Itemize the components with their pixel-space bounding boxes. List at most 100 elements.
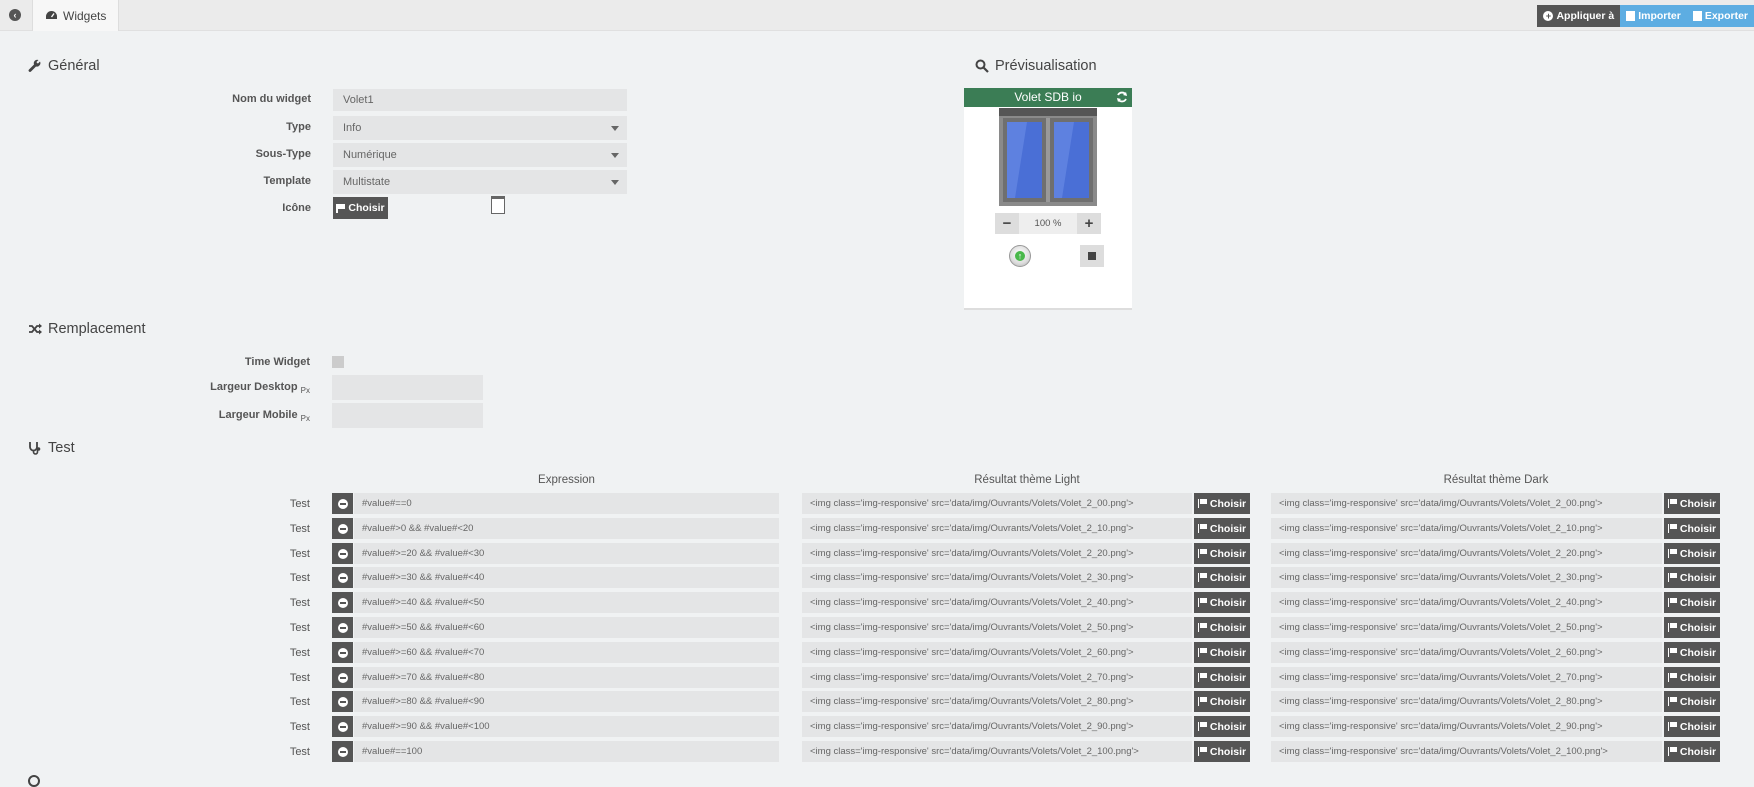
- remove-test-button[interactable]: [332, 716, 353, 737]
- choose-dark-button[interactable]: Choisir: [1664, 567, 1720, 588]
- choose-light-button[interactable]: Choisir: [1194, 518, 1250, 539]
- choose-light-button[interactable]: Choisir: [1194, 691, 1250, 712]
- light-result-input[interactable]: <img class='img-responsive' src='data/im…: [802, 691, 1192, 712]
- choose-light-button[interactable]: Choisir: [1194, 493, 1250, 514]
- widget-name-input[interactable]: Volet1: [333, 89, 627, 111]
- type-select[interactable]: Info: [333, 116, 627, 140]
- plus-circle-icon: +: [1543, 11, 1554, 21]
- choose-dark-button[interactable]: Choisir: [1664, 642, 1720, 663]
- test-expression-input[interactable]: #value#>=70 && #value#<80: [354, 667, 779, 688]
- choose-light-button[interactable]: Choisir: [1194, 567, 1250, 588]
- export-button[interactable]: Exporter: [1686, 5, 1754, 27]
- choose-dark-button[interactable]: Choisir: [1664, 741, 1720, 762]
- choose-light-button[interactable]: Choisir: [1194, 543, 1250, 564]
- flag-icon: [1667, 573, 1677, 582]
- choose-icon-button[interactable]: Choisir: [333, 197, 388, 219]
- shutter-window-image: [999, 108, 1097, 206]
- test-expression-input[interactable]: #value#>=90 && #value#<100: [354, 716, 779, 737]
- dark-result-input[interactable]: <img class='img-responsive' src='data/im…: [1271, 716, 1662, 737]
- test-expression-input[interactable]: #value#==0: [354, 493, 779, 514]
- width-mobile-input[interactable]: [332, 403, 483, 428]
- remove-test-button[interactable]: [332, 493, 353, 514]
- light-result-input[interactable]: <img class='img-responsive' src='data/im…: [802, 716, 1192, 737]
- test-expression-input[interactable]: #value#>=40 && #value#<50: [354, 592, 779, 613]
- back-button[interactable]: ‹: [2, 2, 28, 28]
- open-shutter-button[interactable]: ↑: [1009, 245, 1031, 267]
- choose-dark-button[interactable]: Choisir: [1664, 592, 1720, 613]
- remove-test-button[interactable]: [332, 667, 353, 688]
- dark-result-input[interactable]: <img class='img-responsive' src='data/im…: [1271, 493, 1662, 514]
- remove-test-button[interactable]: [332, 691, 353, 712]
- light-result-input[interactable]: <img class='img-responsive' src='data/im…: [802, 667, 1192, 688]
- width-desktop-input[interactable]: [332, 375, 483, 400]
- dark-result-input[interactable]: <img class='img-responsive' src='data/im…: [1271, 518, 1662, 539]
- remove-test-button[interactable]: [332, 518, 353, 539]
- general-section-title: Général: [28, 58, 100, 74]
- test-expression-input[interactable]: #value#>=60 && #value#<70: [354, 642, 779, 663]
- choose-light-button[interactable]: Choisir: [1194, 617, 1250, 638]
- width-desktop-unit: Px: [300, 386, 310, 395]
- dark-result-input[interactable]: <img class='img-responsive' src='data/im…: [1271, 592, 1662, 613]
- flag-icon: [1197, 499, 1207, 508]
- stop-icon: [1088, 252, 1096, 260]
- choose-dark-button[interactable]: Choisir: [1664, 493, 1720, 514]
- light-result-input[interactable]: <img class='img-responsive' src='data/im…: [802, 592, 1192, 613]
- test-expression-input[interactable]: #value#>0 && #value#<20: [354, 518, 779, 539]
- choose-light-button[interactable]: Choisir: [1194, 716, 1250, 737]
- remove-test-button[interactable]: [332, 592, 353, 613]
- subtype-select[interactable]: Numérique: [333, 143, 627, 167]
- choose-label: Choisir: [1209, 497, 1247, 510]
- dark-result-input[interactable]: <img class='img-responsive' src='data/im…: [1271, 642, 1662, 663]
- apply-label: Appliquer à: [1556, 10, 1615, 22]
- test-expression-input[interactable]: #value#>=50 && #value#<60: [354, 617, 779, 638]
- choose-label: Choisir: [1679, 522, 1717, 535]
- choose-label: Choisir: [1209, 547, 1247, 560]
- increase-button[interactable]: +: [1077, 213, 1101, 234]
- test-expression-input[interactable]: #value#>=20 && #value#<30: [354, 543, 779, 564]
- choose-dark-button[interactable]: Choisir: [1664, 518, 1720, 539]
- light-result-input[interactable]: <img class='img-responsive' src='data/im…: [802, 518, 1192, 539]
- choose-light-button[interactable]: Choisir: [1194, 741, 1250, 762]
- dark-result-input[interactable]: <img class='img-responsive' src='data/im…: [1271, 741, 1662, 762]
- test-expression-input[interactable]: #value#>=30 && #value#<40: [354, 567, 779, 588]
- dark-result-input[interactable]: <img class='img-responsive' src='data/im…: [1271, 567, 1662, 588]
- template-select[interactable]: Multistate: [333, 170, 627, 194]
- choose-label: Choisir: [1679, 671, 1717, 684]
- widget-preview-name: Volet SDB io: [1014, 90, 1082, 104]
- dark-result-input[interactable]: <img class='img-responsive' src='data/im…: [1271, 691, 1662, 712]
- stop-button[interactable]: [1080, 245, 1104, 267]
- import-button[interactable]: Importer: [1620, 5, 1687, 27]
- remove-test-button[interactable]: [332, 617, 353, 638]
- dark-result-input[interactable]: <img class='img-responsive' src='data/im…: [1271, 617, 1662, 638]
- choose-dark-button[interactable]: Choisir: [1664, 691, 1720, 712]
- time-widget-checkbox[interactable]: [332, 356, 344, 368]
- light-result-input[interactable]: <img class='img-responsive' src='data/im…: [802, 741, 1192, 762]
- flag-icon: [1197, 697, 1207, 706]
- test-row-label: Test: [289, 696, 310, 708]
- test-expression-input[interactable]: #value#>=80 && #value#<90: [354, 691, 779, 712]
- tab-widgets[interactable]: Widgets: [32, 0, 120, 31]
- choose-dark-button[interactable]: Choisir: [1664, 667, 1720, 688]
- light-result-input[interactable]: <img class='img-responsive' src='data/im…: [802, 617, 1192, 638]
- test-expression-input[interactable]: #value#==100: [354, 741, 779, 762]
- apply-to-button[interactable]: + Appliquer à: [1537, 5, 1621, 27]
- choose-dark-button[interactable]: Choisir: [1664, 617, 1720, 638]
- dark-result-input[interactable]: <img class='img-responsive' src='data/im…: [1271, 543, 1662, 564]
- light-result-input[interactable]: <img class='img-responsive' src='data/im…: [802, 567, 1192, 588]
- test-row-label: Test: [289, 672, 310, 684]
- choose-light-button[interactable]: Choisir: [1194, 642, 1250, 663]
- choose-dark-button[interactable]: Choisir: [1664, 543, 1720, 564]
- refresh-icon[interactable]: [1116, 91, 1128, 103]
- light-result-input[interactable]: <img class='img-responsive' src='data/im…: [802, 493, 1192, 514]
- light-result-input[interactable]: <img class='img-responsive' src='data/im…: [802, 543, 1192, 564]
- choose-light-button[interactable]: Choisir: [1194, 592, 1250, 613]
- remove-test-button[interactable]: [332, 567, 353, 588]
- remove-test-button[interactable]: [332, 741, 353, 762]
- remove-test-button[interactable]: [332, 543, 353, 564]
- choose-dark-button[interactable]: Choisir: [1664, 716, 1720, 737]
- dark-result-input[interactable]: <img class='img-responsive' src='data/im…: [1271, 667, 1662, 688]
- decrease-button[interactable]: −: [995, 213, 1019, 234]
- choose-light-button[interactable]: Choisir: [1194, 667, 1250, 688]
- remove-test-button[interactable]: [332, 642, 353, 663]
- light-result-input[interactable]: <img class='img-responsive' src='data/im…: [802, 642, 1192, 663]
